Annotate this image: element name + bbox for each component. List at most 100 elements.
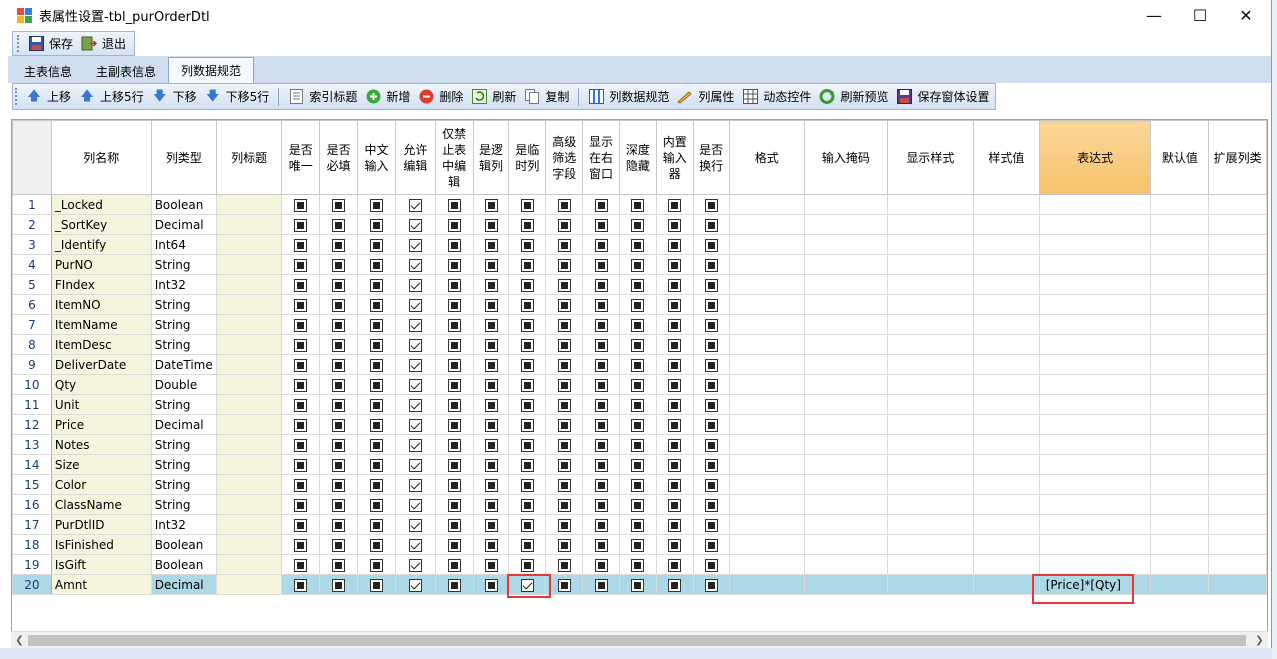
grid-checkbox[interactable]: [294, 438, 308, 452]
grid-checkbox[interactable]: [520, 538, 534, 552]
default-value-cell[interactable]: [1150, 334, 1210, 355]
extension-type-cell[interactable]: [1208, 534, 1267, 555]
extension-type-cell[interactable]: [1208, 334, 1267, 355]
input-mask-cell[interactable]: [804, 214, 888, 235]
grid-checkbox[interactable]: [408, 218, 422, 232]
extension-type-cell[interactable]: [1208, 374, 1267, 395]
grid-checkbox[interactable]: [370, 258, 383, 272]
column-type-cell[interactable]: String: [150, 334, 217, 355]
grid-checkbox[interactable]: [294, 258, 308, 272]
expression-cell[interactable]: [1038, 494, 1152, 515]
input-mask-cell[interactable]: [804, 334, 888, 355]
row-header[interactable]: 5: [12, 274, 52, 295]
input-mask-cell[interactable]: [804, 434, 888, 455]
grid-checkbox[interactable]: [332, 298, 346, 312]
input-mask-cell[interactable]: [804, 234, 888, 255]
extension-type-cell[interactable]: [1208, 574, 1267, 595]
style-value-cell[interactable]: [973, 534, 1040, 555]
grid-checkbox[interactable]: [408, 278, 422, 292]
grid-checkbox[interactable]: [594, 458, 608, 472]
row-header[interactable]: 19: [12, 554, 52, 575]
table-row[interactable]: 1 _Locked Boolean: [12, 194, 1267, 215]
style-value-cell[interactable]: [973, 274, 1040, 295]
table-row[interactable]: 3 _Identify Int64: [12, 234, 1267, 255]
column-name-cell[interactable]: PurNO: [50, 254, 152, 275]
table-row[interactable]: 17 PurDtlID Int32: [12, 514, 1267, 535]
grid-checkbox[interactable]: [447, 498, 461, 512]
grid-checkbox[interactable]: [668, 358, 682, 372]
table-row[interactable]: 16 ClassName String: [12, 494, 1267, 515]
row-header[interactable]: 8: [12, 334, 52, 355]
display-style-cell[interactable]: [886, 494, 975, 515]
grid-checkbox[interactable]: [370, 218, 383, 232]
grid-checkbox[interactable]: [332, 518, 346, 532]
grid-checkbox[interactable]: [408, 378, 422, 392]
grid-checkbox[interactable]: [704, 578, 718, 592]
grid-checkbox[interactable]: [704, 358, 718, 372]
table-row[interactable]: 15 Color String: [12, 474, 1267, 495]
column-title-cell[interactable]: [215, 254, 283, 275]
column-title-cell[interactable]: [215, 314, 283, 335]
grid-checkbox[interactable]: [557, 558, 571, 572]
grid-checkbox[interactable]: [294, 218, 308, 232]
grid-checkbox[interactable]: [557, 218, 571, 232]
grid-checkbox[interactable]: [370, 498, 383, 512]
grid-checkbox[interactable]: [484, 578, 498, 592]
column-name-cell[interactable]: _SortKey: [50, 214, 152, 235]
input-mask-cell[interactable]: [804, 394, 888, 415]
expression-cell[interactable]: [1038, 254, 1152, 275]
grid-checkbox[interactable]: [557, 198, 571, 212]
default-value-cell[interactable]: [1150, 274, 1210, 295]
grid-checkbox[interactable]: [408, 558, 422, 572]
exit-button[interactable]: 退出: [77, 33, 130, 55]
display-style-cell[interactable]: [886, 354, 975, 375]
grid-checkbox[interactable]: [557, 298, 571, 312]
column-type-cell[interactable]: Double: [150, 374, 217, 395]
grid-checkbox[interactable]: [370, 438, 383, 452]
expression-cell[interactable]: [1038, 214, 1152, 235]
grid-checkbox[interactable]: [370, 478, 383, 492]
grid-checkbox[interactable]: [520, 438, 534, 452]
grid-checkbox[interactable]: [557, 378, 571, 392]
style-value-cell[interactable]: [973, 214, 1040, 235]
format-cell[interactable]: [728, 314, 806, 335]
grid-checkbox[interactable]: [631, 458, 645, 472]
grid-checkbox[interactable]: [704, 538, 718, 552]
column-title-cell[interactable]: [215, 534, 283, 555]
display-style-cell[interactable]: [886, 214, 975, 235]
column-header[interactable]: 内置输入器: [655, 120, 694, 195]
grid-checkbox[interactable]: [447, 278, 461, 292]
column-name-cell[interactable]: Price: [50, 414, 152, 435]
default-value-cell[interactable]: [1150, 414, 1210, 435]
grid-checkbox[interactable]: [520, 238, 534, 252]
default-value-cell[interactable]: [1150, 534, 1210, 555]
row-header[interactable]: 15: [12, 474, 52, 495]
table-row[interactable]: 14 Size String: [12, 454, 1267, 475]
row-header[interactable]: 16: [12, 494, 52, 515]
grid-checkbox[interactable]: [557, 398, 571, 412]
grid-checkbox[interactable]: [520, 318, 534, 332]
column-header[interactable]: 是否必填: [319, 120, 359, 195]
grid-checkbox[interactable]: [447, 538, 461, 552]
grid-checkbox[interactable]: [668, 318, 682, 332]
grid-checkbox[interactable]: [484, 298, 498, 312]
grid-checkbox[interactable]: [557, 518, 571, 532]
column-title-cell[interactable]: [215, 294, 283, 315]
grid-checkbox[interactable]: [594, 218, 608, 232]
display-style-cell[interactable]: [886, 394, 975, 415]
grid-checkbox[interactable]: [557, 458, 571, 472]
grid-checkbox[interactable]: [408, 298, 422, 312]
display-style-cell[interactable]: [886, 454, 975, 475]
grid-checkbox[interactable]: [370, 458, 383, 472]
default-value-cell[interactable]: [1150, 494, 1210, 515]
grid-checkbox[interactable]: [370, 358, 383, 372]
grid-checkbox[interactable]: [668, 558, 682, 572]
grid-checkbox[interactable]: [408, 518, 422, 532]
display-style-cell[interactable]: [886, 434, 975, 455]
extension-type-cell[interactable]: [1208, 414, 1267, 435]
grid-checkbox[interactable]: [631, 538, 645, 552]
grid-checkbox[interactable]: [294, 398, 308, 412]
column-header[interactable]: 输入掩码: [804, 120, 888, 195]
display-style-cell[interactable]: [886, 334, 975, 355]
grid-checkbox[interactable]: [332, 218, 346, 232]
